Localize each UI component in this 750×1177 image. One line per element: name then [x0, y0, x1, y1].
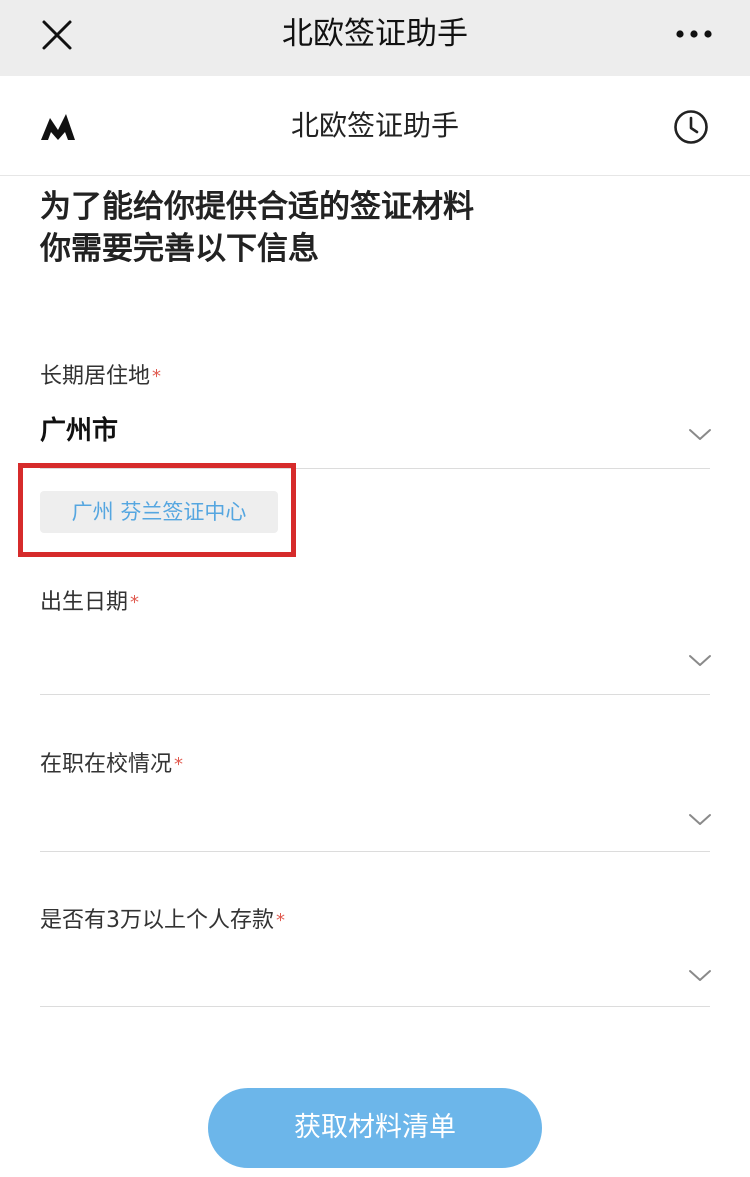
- employment-label: 在职在校情况 *: [40, 750, 183, 780]
- residence-label-text: 长期居住地: [40, 364, 151, 389]
- chevron-down-icon[interactable]: [688, 969, 712, 983]
- employment-divider: [40, 851, 710, 852]
- chevron-down-icon[interactable]: [688, 813, 712, 827]
- app-header: 北欧签证助手: [0, 76, 750, 176]
- required-mark: *: [130, 592, 140, 613]
- residence-value[interactable]: 广州市: [40, 414, 118, 448]
- headline-line-2: 你需要完善以下信息: [40, 231, 319, 267]
- birth-date-divider: [40, 694, 710, 695]
- chevron-down-icon[interactable]: [688, 428, 712, 442]
- savings-divider: [40, 1006, 710, 1007]
- app-title: 北欧签证助手: [290, 109, 459, 142]
- visa-center-tag[interactable]: 广州 芬兰签证中心: [40, 491, 278, 533]
- window-topbar: 北欧签证助手: [0, 0, 750, 76]
- residence-label: 长期居住地 *: [40, 362, 161, 392]
- more-icon[interactable]: [672, 22, 716, 46]
- page-headline: 为了能给你提供合适的签证材料 你需要完善以下信息: [40, 186, 474, 270]
- clock-icon[interactable]: [672, 108, 710, 146]
- required-mark: *: [174, 754, 184, 775]
- savings-label-text: 是否有3万以上个人存款: [40, 908, 274, 933]
- employment-label-text: 在职在校情况: [40, 752, 173, 777]
- window-title: 北欧签证助手: [282, 16, 468, 52]
- get-materials-button[interactable]: 获取材料清单: [208, 1088, 542, 1168]
- headline-line-1: 为了能给你提供合适的签证材料: [40, 189, 474, 225]
- birth-date-label-text: 出生日期: [40, 590, 129, 615]
- savings-label: 是否有3万以上个人存款 *: [40, 906, 285, 936]
- chevron-down-icon[interactable]: [688, 654, 712, 668]
- required-mark: *: [152, 366, 162, 387]
- birth-date-label: 出生日期 *: [40, 588, 139, 618]
- required-mark: *: [276, 910, 285, 931]
